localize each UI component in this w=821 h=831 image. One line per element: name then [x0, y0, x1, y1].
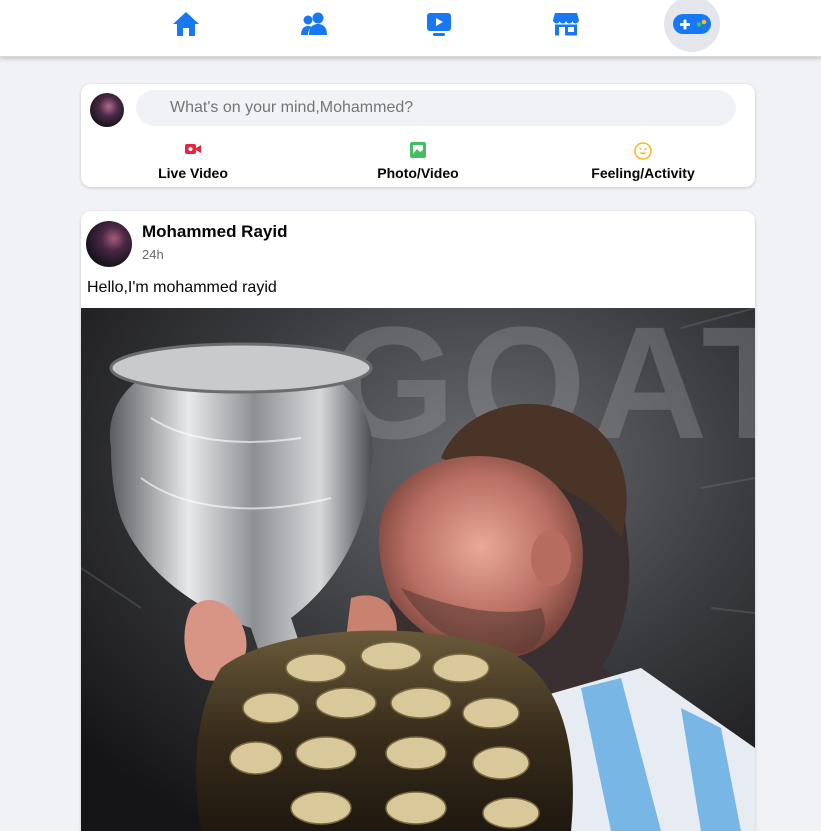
feed-post: Mohammed Rayid 24h Hello,I'm mohammed ra… [81, 211, 755, 831]
post-timestamp[interactable]: 24h [142, 247, 164, 262]
friends-icon [301, 12, 327, 35]
nav-marketplace-button[interactable] [538, 0, 594, 48]
post-author-avatar[interactable] [86, 221, 132, 267]
video-icon [427, 13, 451, 36]
live-video-button[interactable]: Live Video [93, 142, 293, 184]
post-text: Hello,I'm mohammed rayid [87, 279, 277, 296]
feeling-activity-button[interactable]: Feeling/Activity [543, 142, 743, 184]
photo-video-button[interactable]: Photo/Video [318, 142, 518, 184]
feeling-activity-label: Feeling/Activity [591, 165, 695, 181]
photo-video-label: Photo/Video [377, 165, 459, 181]
top-navigation-bar [0, 0, 821, 57]
avatar[interactable] [90, 93, 124, 127]
post-image[interactable]: GOAT [81, 308, 755, 831]
gamepad-icon [673, 14, 711, 34]
nav-friends-button[interactable] [286, 0, 342, 48]
nav-gaming-button[interactable] [664, 0, 720, 52]
nav-watch-button[interactable] [411, 0, 467, 48]
live-video-label: Live Video [158, 165, 228, 181]
photo-icon [410, 142, 426, 158]
live-video-icon [185, 144, 201, 154]
nav-home-button[interactable] [158, 0, 214, 48]
home-icon [173, 12, 199, 36]
post-photo-art: GOAT [81, 308, 755, 831]
status-input[interactable] [136, 90, 736, 126]
smile-icon [634, 142, 652, 160]
store-icon [553, 13, 579, 36]
post-composer: Live Video Photo/Video Feeling/Activity [81, 84, 755, 187]
post-author-name[interactable]: Mohammed Rayid [142, 222, 287, 242]
